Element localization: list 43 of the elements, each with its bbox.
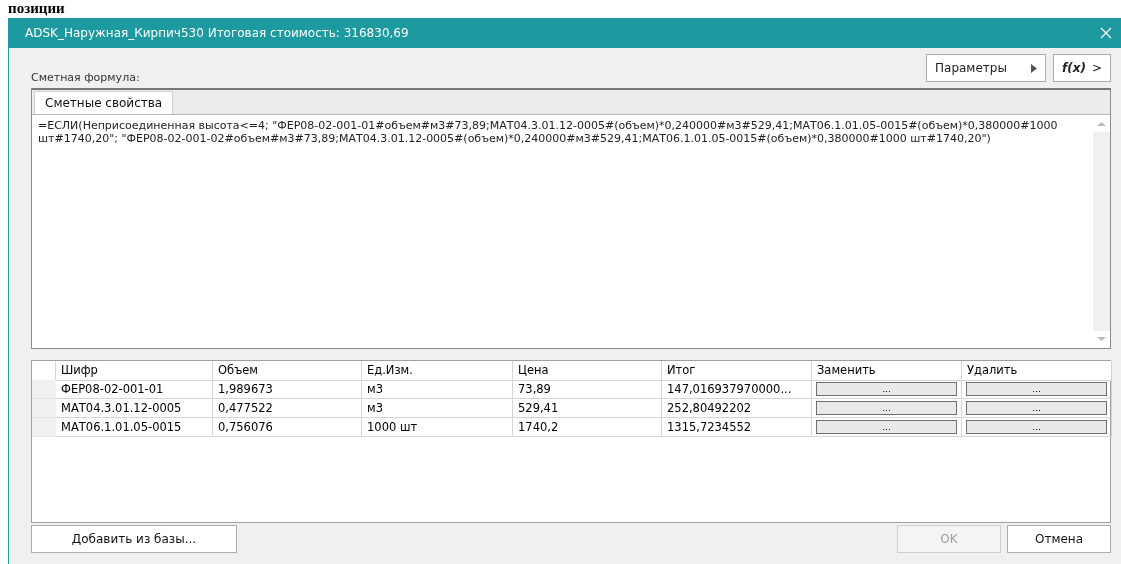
row-header[interactable] (32, 399, 56, 418)
tab[interactable]: Сметные свойства (34, 91, 174, 114)
replace-button[interactable]: ... (816, 420, 957, 434)
column-header[interactable]: Итог (662, 361, 812, 381)
row-header[interactable] (32, 380, 56, 399)
column-header[interactable]: Удалить (962, 361, 1112, 381)
close-button[interactable] (1099, 26, 1113, 40)
table-cell: 529,41 (513, 399, 662, 418)
function-button[interactable]: f(x) > (1053, 54, 1111, 82)
page-caption: позиции (7, 0, 66, 18)
delete-button[interactable]: ... (966, 420, 1107, 434)
replace-button[interactable]: ... (816, 382, 957, 396)
column-header[interactable]: Шифр (56, 361, 213, 381)
delete-button[interactable]: ... (966, 382, 1107, 396)
parameters-button[interactable]: Параметры (926, 54, 1046, 82)
table-cell: м3 (362, 380, 513, 399)
scrollbar[interactable] (1093, 115, 1110, 348)
delete-button[interactable]: ... (966, 401, 1107, 415)
table-cell: 1,989673 (213, 380, 362, 399)
replace-button[interactable]: ... (816, 401, 957, 415)
add-from-database-button[interactable]: Добавить из базы... (31, 525, 237, 553)
table-cell: МАТ04.3.01.12-0005 (56, 399, 213, 418)
table-cell: 147,016937970000... (662, 380, 812, 399)
cancel-button[interactable]: Отмена (1007, 525, 1111, 553)
table-cell: 1315,7234552 (662, 418, 812, 437)
table-cell: 0,477522 (213, 399, 362, 418)
table-cell: ФЕР08-02-001-01 (56, 380, 213, 399)
table-cell: м3 (362, 399, 513, 418)
table-cell: 73,89 (513, 380, 662, 399)
table-cell: 252,80492202 (662, 399, 812, 418)
table-cell: 1740,2 (513, 418, 662, 437)
column-header[interactable]: Ед.Изм. (362, 361, 513, 381)
table-cell: 1000 шт (362, 418, 513, 437)
column-header[interactable]: Заменить (812, 361, 962, 381)
table-cell: 0,756076 (213, 418, 362, 437)
triangle-icon (1031, 63, 1037, 73)
row-header[interactable] (32, 418, 56, 437)
window-title: ADSK_Наружная_Кирпич530 Итоговая стоимость: 316830,69 (25, 26, 409, 40)
formula-label: Сметная формула: (31, 71, 140, 84)
column-header[interactable]: Цена (513, 361, 662, 381)
table-cell: МАТ06.1.01.05-0015 (56, 418, 213, 437)
column-header[interactable]: Объем (213, 361, 362, 381)
close-icon (1100, 27, 1112, 39)
